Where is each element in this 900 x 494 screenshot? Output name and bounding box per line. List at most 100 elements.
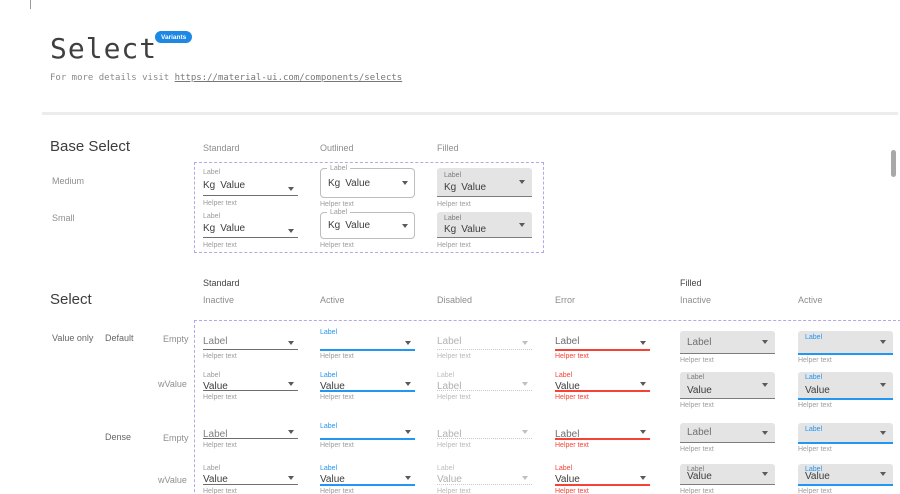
section-divider <box>42 112 898 115</box>
helper-text: Helper text <box>203 200 237 208</box>
select-underline <box>203 484 298 485</box>
select-base-outlined[interactable]: LabelKgValueHelper text <box>320 211 415 253</box>
select-standard-error-wvalue[interactable]: LabelValueHelper text <box>555 372 650 404</box>
scrollbar-thumb[interactable] <box>891 150 896 177</box>
helper-text: Helper text <box>680 446 714 454</box>
select-base-filled[interactable]: LabelKgValueHelper text <box>437 167 532 209</box>
caret-down-icon <box>519 180 525 184</box>
caret-down-icon <box>522 341 528 345</box>
caret-down-icon <box>288 341 294 345</box>
caret-down-icon <box>640 341 646 345</box>
select-filled-box: LabelValue <box>680 372 775 399</box>
helper-text: Helper text <box>555 442 589 450</box>
select-filled-active-wvalue[interactable]: LabelValueHelper text <box>798 372 893 412</box>
select-underline <box>437 390 532 391</box>
column-header-filled: Filled <box>437 143 459 153</box>
select-underline <box>203 195 298 196</box>
caret-down-icon <box>640 382 646 386</box>
select-standard-inactive-wvalue[interactable]: LabelValueHelper text <box>203 372 298 404</box>
select-filled-active-empty[interactable]: LabelHelper text <box>798 331 893 367</box>
helper-text: Helper text <box>320 201 354 209</box>
helper-text: Helper text <box>203 394 237 402</box>
select-standard-disabled-dense-wvalue[interactable]: LabelValueHelper text <box>437 465 532 494</box>
caret-down-icon <box>522 430 528 434</box>
value-text: Value <box>345 178 370 189</box>
helper-text: Helper text <box>555 488 589 494</box>
select-filled-active-dense-empty[interactable]: LabelHelper text <box>798 423 893 456</box>
select-standard-error-dense-wvalue[interactable]: LabelValueHelper text <box>555 465 650 494</box>
caret-down-icon <box>405 341 411 345</box>
helper-text: Helper text <box>437 488 471 494</box>
select-filled-box: LabelKgValue <box>437 212 532 238</box>
select-filled-inactive-empty[interactable]: LabelHelper text <box>680 331 775 367</box>
select-standard-error-empty[interactable]: LabelHelper text <box>555 329 650 363</box>
value-prefix: Kg <box>328 178 340 189</box>
subtitle: For more details visit https://material-… <box>50 73 402 83</box>
subtitle-text: For more details visit <box>50 73 175 83</box>
caret-down-icon <box>288 430 294 434</box>
select-underline <box>320 484 415 486</box>
select-standard-active-empty[interactable]: LabelHelper text <box>320 329 415 363</box>
select-filled-inactive-wvalue[interactable]: LabelValue Helper text <box>680 372 775 412</box>
select-base-filled[interactable]: LabelKgValueHelper text <box>437 211 532 253</box>
select-outline-box: LabelKgValue <box>320 212 415 239</box>
select-filled-box: Label <box>680 331 775 354</box>
select-filled-box: LabelValue <box>680 464 775 485</box>
select-filled-inactive-dense-empty[interactable]: LabelHelper text <box>680 423 775 456</box>
state-header-disabled: Disabled <box>437 295 472 305</box>
select-label: Label <box>437 336 461 347</box>
value-prefix: Kg <box>203 223 215 234</box>
select-label: Label <box>555 372 572 380</box>
caret-down-icon <box>402 181 408 185</box>
caret-down-icon <box>640 476 646 480</box>
caret-down-icon <box>880 383 886 387</box>
select-underline <box>555 349 650 351</box>
select-filled-active-dense-wvalue[interactable]: LabelValueHelper text <box>798 464 893 494</box>
row-group-value-only: Value only <box>52 333 93 343</box>
value-text: Value <box>805 385 830 396</box>
caret-down-icon <box>880 431 886 435</box>
select-standard-disabled-empty[interactable]: Label Helper text <box>437 329 532 363</box>
select-states-frame <box>194 320 900 494</box>
caret-down-icon <box>522 382 528 386</box>
select-label: Label <box>320 465 337 473</box>
variants-badge: Variants <box>155 31 192 43</box>
select-base-outlined[interactable]: LabelKgValueHelper text <box>320 167 415 209</box>
select-standard-inactive-empty[interactable]: LabelHelper text <box>203 329 298 363</box>
select-standard-active-dense-empty[interactable]: LabelHelper text <box>320 423 415 452</box>
helper-text: Helper text <box>437 353 471 361</box>
select-base-standard[interactable]: LabelKgValueHelper text <box>203 167 298 209</box>
page-title: Select <box>50 32 157 65</box>
select-states-heading: Select <box>50 291 92 308</box>
select-standard-disabled-dense-empty[interactable]: LabelHelper text <box>437 423 532 452</box>
value-prefix: Kg <box>328 220 340 231</box>
select-filled-box: LabelValue <box>798 372 893 400</box>
select-underline <box>320 390 415 392</box>
select-standard-error-dense-empty[interactable]: LabelHelper text <box>555 423 650 452</box>
caret-down-icon <box>522 476 528 480</box>
group-header-filled: Filled <box>680 278 702 288</box>
select-filled-inactive-dense-wvalue[interactable]: LabelValue Helper text <box>680 464 775 494</box>
select-label: Label <box>555 465 572 473</box>
value-text: Value <box>220 223 245 234</box>
select-label: Label <box>444 172 461 180</box>
caret-down-icon <box>288 187 294 191</box>
state-header-filled-inactive: Inactive <box>680 295 711 305</box>
select-standard-disabled-wvalue[interactable]: LabelLabelHelper text <box>437 372 532 404</box>
select-label: Label <box>805 334 822 342</box>
state-header-inactive: Inactive <box>203 295 234 305</box>
helper-text: Helper text <box>680 402 714 410</box>
helper-text: Helper text <box>680 488 714 494</box>
select-standard-inactive-dense-empty[interactable]: LabelHelper text <box>203 423 298 452</box>
select-base-standard[interactable]: LabelKgValueHelper text <box>203 211 298 253</box>
select-label: Label <box>437 372 454 380</box>
value-text: Value <box>805 471 830 482</box>
row-label-empty-1: Empty <box>163 334 189 344</box>
select-standard-active-dense-wvalue[interactable]: LabelValueHelper text <box>320 465 415 494</box>
select-standard-inactive-dense-wvalue[interactable]: LabelValueHelper text <box>203 465 298 494</box>
select-underline <box>320 349 415 351</box>
caret-down-icon <box>405 430 411 434</box>
select-standard-active-wvalue[interactable]: LabelValueHelper text <box>320 372 415 404</box>
select-label: Label <box>555 336 579 347</box>
material-ui-link[interactable]: https://material-ui.com/components/selec… <box>175 73 403 83</box>
